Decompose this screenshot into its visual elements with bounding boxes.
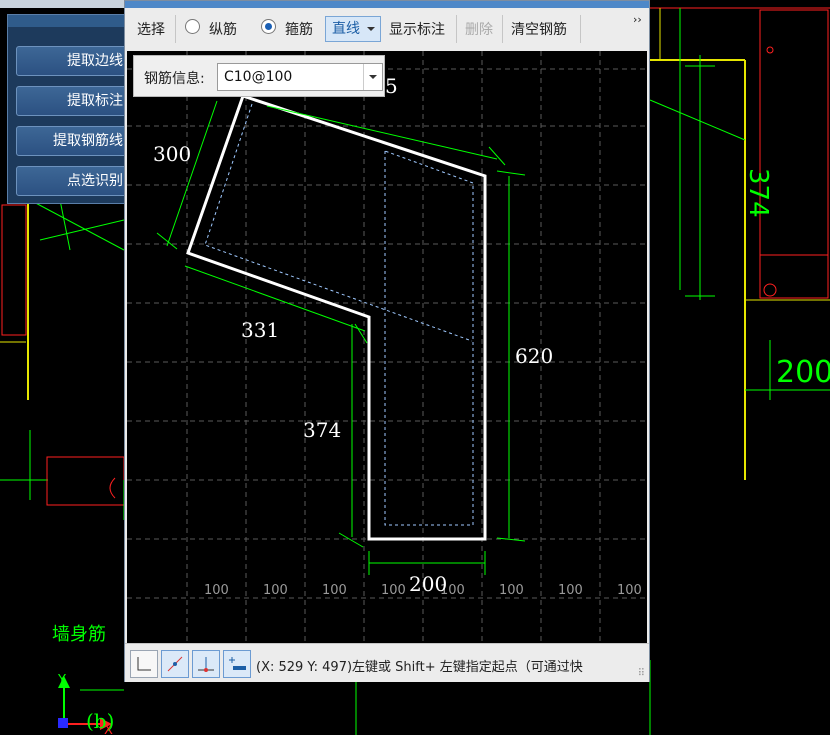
dim-inner: 374 [303,418,341,442]
status-text: (X: 529 Y: 497)左键或 Shift+ 左键指定起点（可通过快 [256,660,583,675]
toolbar-overflow-icon[interactable]: ›› [633,13,642,26]
dim-mid: 331 [241,318,279,342]
svg-text:Y: Y [57,673,66,688]
tool-panel-titlebar[interactable] [8,15,126,27]
status-bar: (X: 529 Y: 497)左键或 Shift+ 左键指定起点（可通过快 ⠿ [125,643,649,682]
editor-toolbar: 选择 纵筋 箍筋 直线 显示标注 删除 清空钢筋 ›› [125,9,649,49]
toolbar-separator [580,15,581,43]
extend-snap-icon[interactable] [223,650,251,678]
rebar-info-panel: 钢筋信息: C10@100 [133,55,385,97]
svg-text:100: 100 [381,583,406,598]
svg-text:100: 100 [558,583,583,598]
ortho-mode-icon[interactable] [130,650,158,678]
rebar-info-select[interactable]: C10@100 [217,63,383,91]
delete-button[interactable]: 删除 [465,19,493,39]
clear-rebar-button[interactable]: 清空钢筋 [511,19,567,39]
dim-left: 300 [153,142,191,166]
bg-dim-200: 200 [776,355,830,390]
svg-text:100: 100 [204,583,229,598]
dim-right: 620 [515,344,553,368]
drawing-canvas[interactable]: 100 100 100 100 100 100 100 100 5 300 33… [127,51,647,643]
grid [127,51,647,643]
stirrup-radio[interactable] [261,19,276,34]
rebar-info-label: 钢筋信息: [144,71,205,87]
perpendicular-snap-icon[interactable] [192,650,220,678]
point-select-identify-button[interactable]: 点选识别 [16,166,136,196]
svg-text:100: 100 [499,583,524,598]
dialog-titlebar[interactable] [125,1,649,8]
extract-tool-panel: 提取边线 提取标注 提取钢筋线 点选识别 [7,14,136,204]
toolbar-separator [175,15,176,43]
stirrup-drawing[interactable]: 100 100 100 100 100 100 100 100 5 300 33… [127,51,647,643]
extract-annotation-button[interactable]: 提取标注 [16,86,136,116]
dim-bottom: 200 [409,572,447,596]
resize-grip-icon[interactable]: ⠿ [638,668,645,679]
toolbar-separator [502,15,503,43]
bg-dim-374: 374 [743,168,773,218]
line-mode-label: 直线 [332,21,360,37]
svg-text:(b): (b) [86,709,114,733]
svg-text:100: 100 [617,583,642,598]
select-tool[interactable]: 选择 [137,19,165,39]
chevron-down-icon[interactable] [363,64,382,90]
stirrup-inner-dashed [204,103,474,526]
line-mode-dropdown[interactable]: 直线 [325,16,381,42]
rebar-info-value: C10@100 [224,69,293,85]
extract-edge-button[interactable]: 提取边线 [16,46,136,76]
longitudinal-radio[interactable] [185,19,200,34]
svg-text:100: 100 [322,583,347,598]
longitudinal-label[interactable]: 纵筋 [209,19,237,39]
show-dims-button[interactable]: 显示标注 [389,19,445,39]
stirrup-label[interactable]: 箍筋 [285,19,313,39]
svg-text:100: 100 [263,583,288,598]
wall-rebar-label: 墙身筋 [52,624,106,645]
dim-top: 5 [385,74,398,98]
rebar-editor-dialog: 选择 纵筋 箍筋 直线 显示标注 删除 清空钢筋 ›› 100 100 100 … [124,0,650,682]
chevron-down-icon [367,27,375,31]
extract-rebar-line-button[interactable]: 提取钢筋线 [16,126,136,156]
toolbar-separator [456,15,457,43]
angle-snap-icon[interactable] [161,650,189,678]
